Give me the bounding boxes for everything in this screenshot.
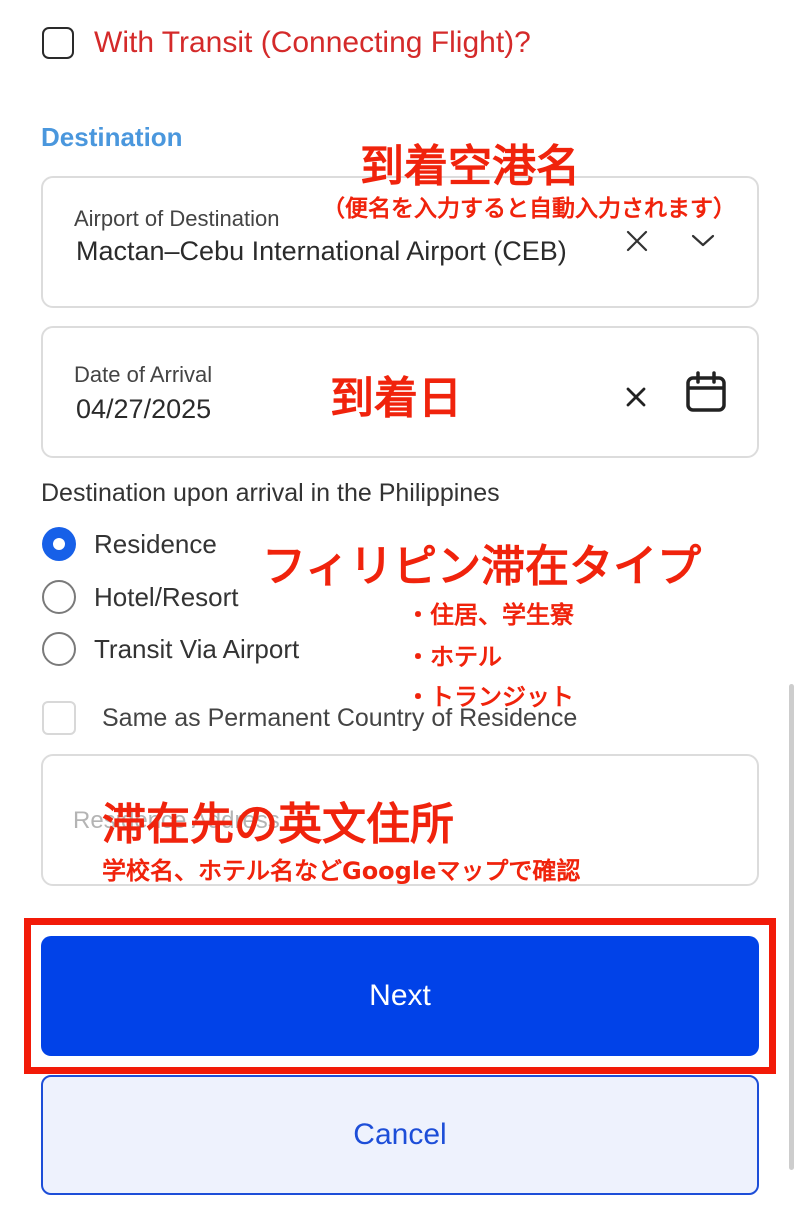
annotation-stay-type-title: フィリピン滞在タイプ: [262, 541, 702, 592]
stay-type-question: Destination upon arrival in the Philippi…: [41, 479, 500, 507]
airport-field-value: Mactan–Cebu International Airport (CEB): [76, 236, 567, 266]
airport-clear-icon[interactable]: [624, 228, 650, 259]
destination-section-title: Destination: [41, 122, 183, 152]
annotation-address-title: 滞在先の英文住所: [102, 799, 454, 850]
radio-residence-label[interactable]: Residence: [94, 529, 217, 560]
airport-chevron-down-icon[interactable]: [690, 232, 716, 255]
scrollbar[interactable]: [789, 684, 794, 1170]
radio-hotel-resort[interactable]: [42, 580, 76, 614]
annotation-stay-type-item: ・住居、学生寮: [406, 601, 574, 629]
radio-transit-via-airport-label[interactable]: Transit Via Airport: [94, 634, 299, 665]
date-field-value: 04/27/2025: [76, 394, 212, 424]
radio-hotel-resort-label[interactable]: Hotel/Resort: [94, 582, 239, 613]
annotation-airport-title: 到着空港名: [360, 141, 580, 192]
radio-residence[interactable]: [42, 527, 76, 561]
annotation-airport-note: （便名を入力すると自動入力されます）: [322, 196, 736, 222]
radio-transit-via-airport[interactable]: [42, 632, 76, 666]
annotation-stay-type-item: ・ホテル: [406, 643, 502, 671]
cancel-button[interactable]: Cancel: [41, 1075, 759, 1195]
date-clear-icon[interactable]: [624, 385, 648, 414]
calendar-icon[interactable]: [684, 370, 728, 419]
annotation-stay-type-item: ・トランジット: [406, 683, 574, 711]
transit-checkbox[interactable]: [42, 27, 74, 59]
airport-field-label: Airport of Destination: [74, 206, 280, 231]
date-field-label: Date of Arrival: [74, 362, 213, 387]
next-button[interactable]: Next: [41, 936, 759, 1056]
annotation-address-note: 学校名、ホテル名などGoogleマップで確認: [102, 857, 581, 885]
annotation-date-title: 到着日: [330, 373, 462, 424]
same-as-residence-checkbox[interactable]: [42, 701, 76, 735]
transit-label[interactable]: With Transit (Connecting Flight)?: [94, 26, 531, 60]
